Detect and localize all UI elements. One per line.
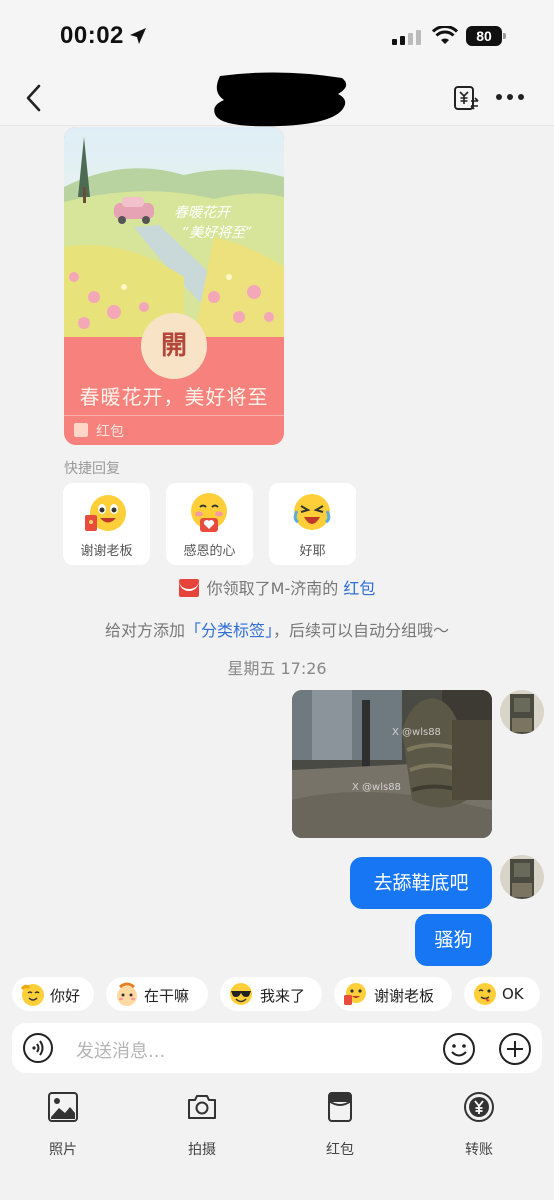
emoji-picker-icon[interactable] xyxy=(442,1032,476,1066)
emoji-chip-what-doing[interactable]: 在干嘛 xyxy=(106,977,208,1011)
shoe-photo: X @wls88 X @wls88 xyxy=(292,690,492,838)
red-envelope-icon xyxy=(178,579,199,597)
thanks-boss-emoji-icon xyxy=(85,495,126,531)
toolbar-label: 拍摄 xyxy=(188,1142,216,1158)
emoji-chip-thanks-boss[interactable]: 谢谢老板 xyxy=(334,977,452,1011)
received-prefix: 你领取了M-济南的 xyxy=(206,579,339,598)
status-time: 00:02 xyxy=(60,22,124,49)
red-packet-card[interactable]: 春暖花开 “美好将至” 開 春暖花开，美好将至 红包 xyxy=(64,127,284,445)
quick-reply-label: 谢谢老板 xyxy=(80,544,133,559)
add-tag-notice: 给对方添加「分类标签」，后续可以自动分组哦～ xyxy=(0,617,554,641)
received-red-packet-notice: 你领取了M-济南的 红包 xyxy=(0,575,554,599)
toolbar-photo[interactable]: 照片 xyxy=(23,1091,103,1161)
message-bubble[interactable]: 去舔鞋底吧 xyxy=(350,857,492,909)
spring-meadow-illustration: 春暖花开 “美好将至” xyxy=(64,127,284,337)
svg-text:春暖花开: 春暖花开 xyxy=(174,205,232,221)
what-doing-emoji-icon xyxy=(117,982,137,1006)
photo-watermark: X @wls88 xyxy=(352,782,401,793)
red-packet-icon xyxy=(328,1092,352,1122)
avatar[interactable] xyxy=(500,855,544,899)
emoji-chip-coming[interactable]: 我来了 xyxy=(220,977,322,1011)
quick-reply-thanks-boss[interactable]: 谢谢老板 xyxy=(63,483,150,565)
yay-emoji-icon xyxy=(293,494,331,530)
bottom-toolbar: 照片 拍摄 红包 转账 xyxy=(0,1085,554,1200)
svg-text:“美好将至”: “美好将至” xyxy=(182,225,252,241)
location-arrow-icon xyxy=(130,28,146,44)
photo-watermark: X @wls88 xyxy=(392,727,441,738)
quick-reply-title: 快捷回复 xyxy=(64,461,120,477)
message-bubble[interactable]: 骚狗 xyxy=(415,914,492,966)
image-message[interactable]: X @wls88 X @wls88 xyxy=(292,690,492,838)
toolbar-label: 照片 xyxy=(49,1142,77,1158)
battery-indicator: 80 xyxy=(466,26,506,46)
transfer-icon xyxy=(464,1092,494,1122)
camera-icon xyxy=(188,1095,216,1119)
toolbar-transfer[interactable]: 转账 xyxy=(439,1091,519,1161)
category-tag-link[interactable]: 「分类标签」 xyxy=(185,621,273,640)
quick-reply-label: 感恩的心 xyxy=(183,544,236,559)
red-packet-link[interactable]: 红包 xyxy=(343,579,375,598)
quick-reply-label: 好耶 xyxy=(299,544,326,559)
photo-icon xyxy=(48,1092,78,1122)
chat-header xyxy=(0,70,554,127)
emoji-chip-label: 我来了 xyxy=(260,987,306,1005)
emoji-chip-label: 你好 xyxy=(50,987,81,1005)
open-red-packet-button[interactable]: 開 xyxy=(141,313,207,379)
quick-reply-list: 谢谢老板 感恩的心 好耶 xyxy=(63,483,356,565)
quick-emoji-bar: 你好 在干嘛 我来了 谢谢老板 OK xyxy=(12,977,542,1013)
tag-prefix: 给对方添加 xyxy=(104,621,185,640)
hello-emoji-icon xyxy=(20,984,44,1006)
emoji-chip-label: 在干嘛 xyxy=(144,987,190,1005)
red-packet-wish: 春暖花开，美好将至 xyxy=(79,385,269,409)
red-packet-divider xyxy=(64,415,284,416)
grateful-heart-emoji-icon xyxy=(191,493,227,532)
cellular-signal-icon xyxy=(392,30,421,45)
back-chevron-icon[interactable] xyxy=(22,82,46,114)
emoji-chip-ok[interactable]: OK xyxy=(464,977,540,1011)
yuan-exchange-icon[interactable] xyxy=(452,84,480,112)
toolbar-label: 转账 xyxy=(465,1142,493,1158)
quick-reply-yay[interactable]: 好耶 xyxy=(269,483,356,565)
quick-reply-grateful[interactable]: 感恩的心 xyxy=(166,483,253,565)
message-input-bar: 发送消息... xyxy=(12,1023,542,1073)
thanks-boss-emoji-icon xyxy=(344,983,366,1005)
emoji-chip-hello[interactable]: 你好 xyxy=(12,977,94,1011)
chat-area: 春暖花开 “美好将至” 開 春暖花开，美好将至 红包 快捷回复 谢谢老板 感恩的… xyxy=(0,127,554,972)
avatar[interactable] xyxy=(500,690,544,734)
red-packet-small-icon xyxy=(74,423,88,437)
tag-suffix: ，后续可以自动分组哦～ xyxy=(273,621,450,640)
redacted-contact-name xyxy=(214,72,347,127)
emoji-chip-label: OK xyxy=(502,985,524,1003)
message-timestamp: 星期五 17:26 xyxy=(227,659,327,678)
toolbar-camera[interactable]: 拍摄 xyxy=(162,1091,242,1161)
ok-emoji-icon xyxy=(474,983,496,1005)
more-options-icon[interactable] xyxy=(496,94,524,102)
emoji-chip-label: 谢谢老板 xyxy=(374,987,435,1005)
status-bar: 00:02 80 xyxy=(0,0,554,70)
toolbar-label: 红包 xyxy=(326,1142,354,1158)
toolbar-red-packet[interactable]: 红包 xyxy=(300,1091,380,1161)
wifi-icon xyxy=(432,26,458,44)
red-packet-label: 红包 xyxy=(96,424,124,440)
plus-icon[interactable] xyxy=(498,1032,532,1066)
voice-input-icon[interactable] xyxy=(22,1032,54,1064)
message-input[interactable]: 发送消息... xyxy=(76,1037,165,1063)
sunglasses-emoji-icon xyxy=(230,983,252,1005)
